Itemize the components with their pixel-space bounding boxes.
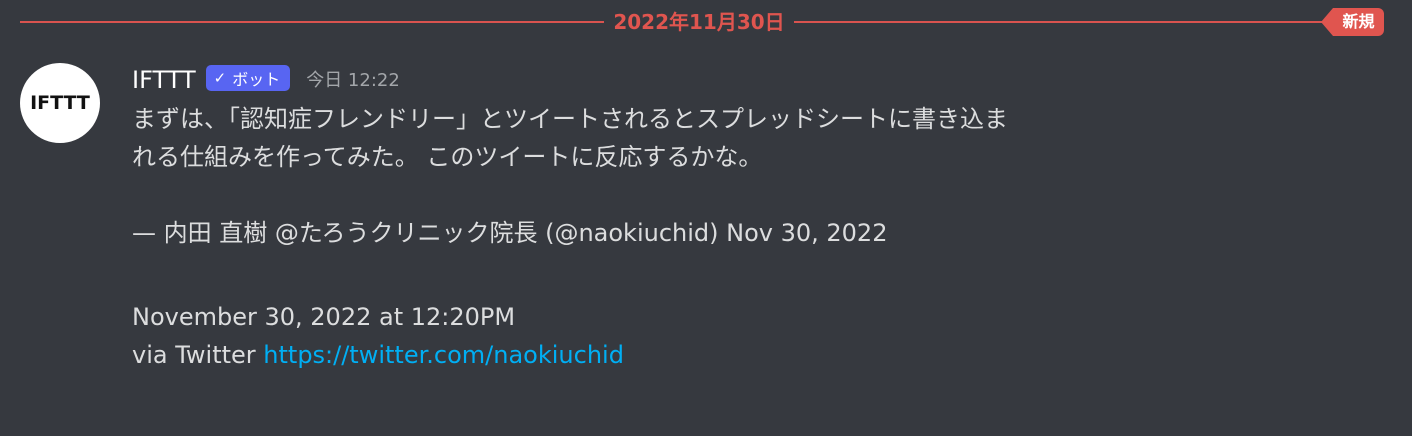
twitter-link[interactable]: https://twitter.com/naokiuchid	[263, 341, 624, 369]
via-line: via Twitter https://twitter.com/naokiuch…	[132, 336, 1322, 374]
avatar[interactable]: IFTTT	[20, 63, 100, 143]
new-messages-badge: 新規	[1321, 8, 1384, 36]
tweet-attribution: — 内田 直樹 @たろうクリニック院長 (@naokiuchid) Nov 30…	[132, 219, 888, 247]
divider-date: 2022年11月30日	[613, 10, 785, 34]
divider-line-left	[20, 21, 604, 23]
tweet-date: November 30, 2022 at 12:20PM	[132, 303, 516, 331]
date-divider: 2022年11月30日 新規	[20, 8, 1386, 36]
message-line: まずは、「認知症フレンドリー」とツイートされるとスプレッドシートに書き込ま	[132, 105, 1008, 133]
username[interactable]: IFTTT	[132, 60, 196, 100]
divider-line-right	[794, 21, 1334, 23]
bot-tag-label: ボット	[232, 70, 281, 89]
bot-tag: ✓ ボット	[205, 65, 291, 91]
message: IFTTT ✓ ボット 今日 12:22 まずは、「認知症フレンドリー」とツイー…	[132, 60, 1382, 374]
message-line: れる仕組みを作ってみた。 このツイートに反応するかな。	[132, 143, 763, 171]
message-header: IFTTT ✓ ボット 今日 12:22	[132, 60, 1382, 100]
message-timestamp: 今日 12:22	[306, 70, 400, 91]
message-view: 2022年11月30日 新規 IFTTT IFTTT ✓ ボット 今日 12:2…	[0, 0, 1412, 436]
avatar-logo: IFTTT	[30, 92, 90, 114]
check-icon: ✓	[213, 69, 227, 87]
via-prefix: via Twitter	[132, 341, 264, 369]
message-content: まずは、「認知症フレンドリー」とツイートされるとスプレッドシートに書き込ま れる…	[132, 100, 1322, 374]
